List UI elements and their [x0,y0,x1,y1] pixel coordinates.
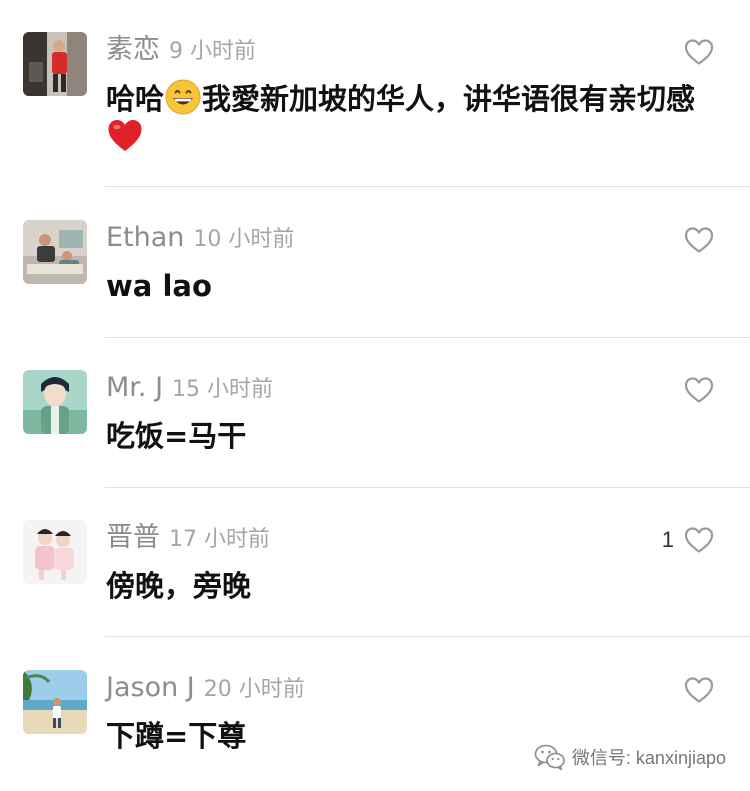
like-count: 1 [661,527,674,552]
grinning-face-emoji-icon [165,79,201,115]
username[interactable]: Mr. J [106,372,163,403]
like-button[interactable] [674,225,714,255]
heart-outline-icon[interactable] [684,226,714,254]
comment-meta: Jason J 20 小时前 [106,671,305,705]
timestamp: 20 小时前 [203,677,305,702]
avatar[interactable] [23,670,87,734]
divider [105,636,750,637]
like-button[interactable] [674,675,714,705]
username[interactable]: Ethan [106,222,184,253]
like-button[interactable] [674,37,714,67]
avatar[interactable] [23,32,87,96]
timestamp: 9 小时前 [169,39,256,64]
avatar[interactable] [23,220,87,284]
divider [105,337,750,338]
red-heart-emoji-icon [108,120,142,151]
timestamp: 10 小时前 [193,227,295,252]
username[interactable]: 素恋 [106,34,160,65]
timestamp: 15 小时前 [172,377,274,402]
comment-meta: 晋普 17 小时前 [106,521,270,555]
like-button[interactable]: 1 [662,525,714,555]
username[interactable]: 晋普 [106,522,160,553]
avatar[interactable] [23,370,87,434]
comment-meta: Ethan 10 小时前 [106,221,294,255]
wechat-icon [534,744,565,771]
comment-text: 吃饭=马干 [106,419,247,453]
watermark: 微信号: kanxinjiapo [534,743,726,771]
heart-outline-icon[interactable] [684,38,714,66]
username[interactable]: Jason J [106,672,195,703]
like-button[interactable] [674,375,714,405]
comment-text: 傍晚，旁晚 [106,569,252,603]
watermark-text: 微信号: kanxinjiapo [571,748,726,768]
heart-outline-icon[interactable] [684,526,714,554]
divider [105,487,750,488]
timestamp: 17 小时前 [169,527,270,552]
heart-outline-icon[interactable] [684,376,714,404]
divider [105,186,750,187]
comment-text-part: 哈哈 [106,82,165,116]
comment-meta: 素恋 9 小时前 [106,33,256,67]
comment-text: wa lao [106,269,212,303]
comment-meta: Mr. J 15 小时前 [106,371,273,405]
heart-outline-icon[interactable] [684,676,714,704]
comment-text: 哈哈 我愛新加坡的华人，讲华语很有亲切感 [106,79,726,157]
comment-text-part: 我愛新加坡的华人，讲华语很有亲切感 [202,82,696,116]
avatar[interactable] [23,520,87,584]
